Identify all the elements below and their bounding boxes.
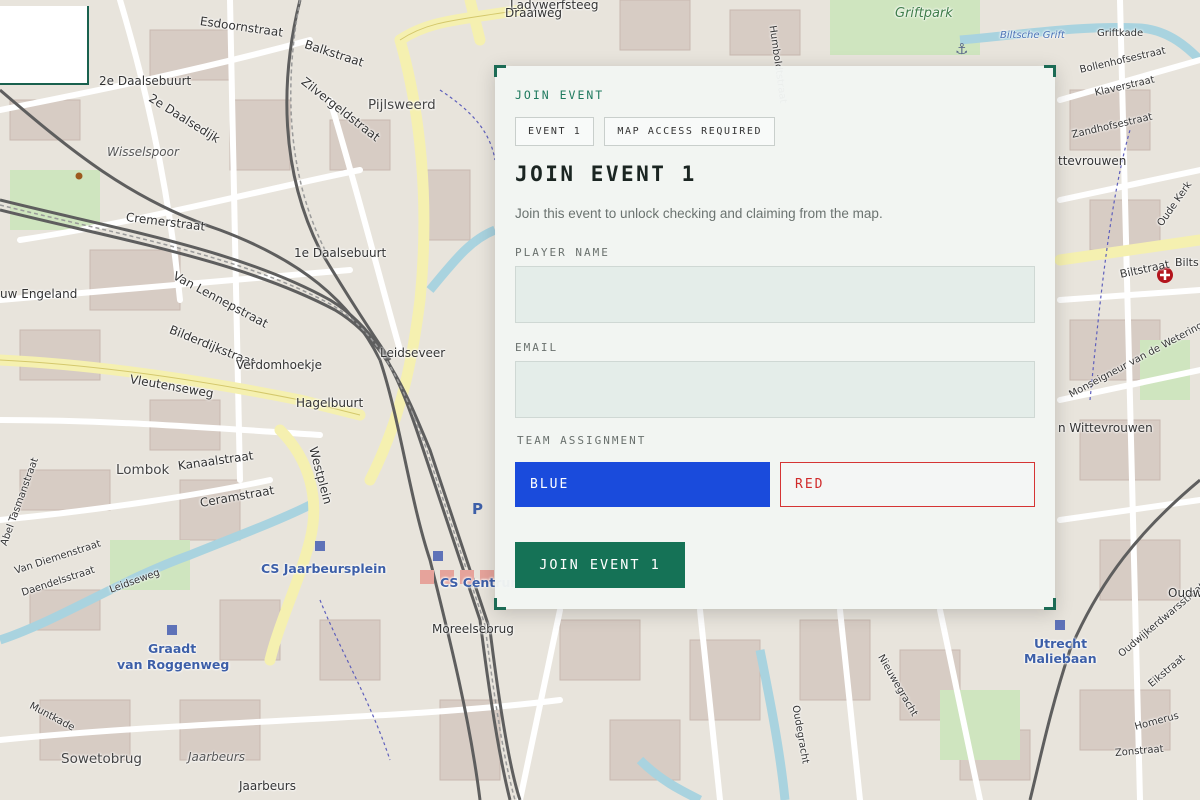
team-red-button[interactable]: RED: [780, 462, 1035, 507]
player-name-input[interactable]: [515, 266, 1035, 323]
map-corner-card: [0, 6, 89, 85]
panel-corner: [494, 598, 506, 610]
email-label: EMAIL: [515, 341, 559, 354]
email-input[interactable]: [515, 361, 1035, 418]
event-tag: EVENT 1: [515, 117, 595, 146]
panel-title: JOIN EVENT 1: [515, 162, 697, 186]
panel-description: Join this event to unlock checking and c…: [515, 206, 883, 221]
panel-eyebrow: JOIN EVENT: [515, 88, 605, 102]
panel-corner: [1044, 65, 1056, 77]
join-event-button[interactable]: JOIN EVENT 1: [515, 542, 685, 588]
panel-corner: [1044, 598, 1056, 610]
team-assignment-label: TEAM ASSIGNMENT: [517, 434, 647, 447]
tag-row: EVENT 1 MAP ACCESS REQUIRED: [515, 117, 776, 146]
player-name-label: PLAYER NAME: [515, 246, 610, 259]
svg-text:P: P: [472, 500, 483, 518]
panel-corner: [494, 65, 506, 77]
join-event-panel: JOIN EVENT EVENT 1 MAP ACCESS REQUIRED J…: [494, 65, 1056, 610]
svg-text:⚓: ⚓: [955, 40, 968, 58]
map-access-tag: MAP ACCESS REQUIRED: [604, 117, 776, 146]
team-blue-button[interactable]: BLUE: [515, 462, 770, 507]
